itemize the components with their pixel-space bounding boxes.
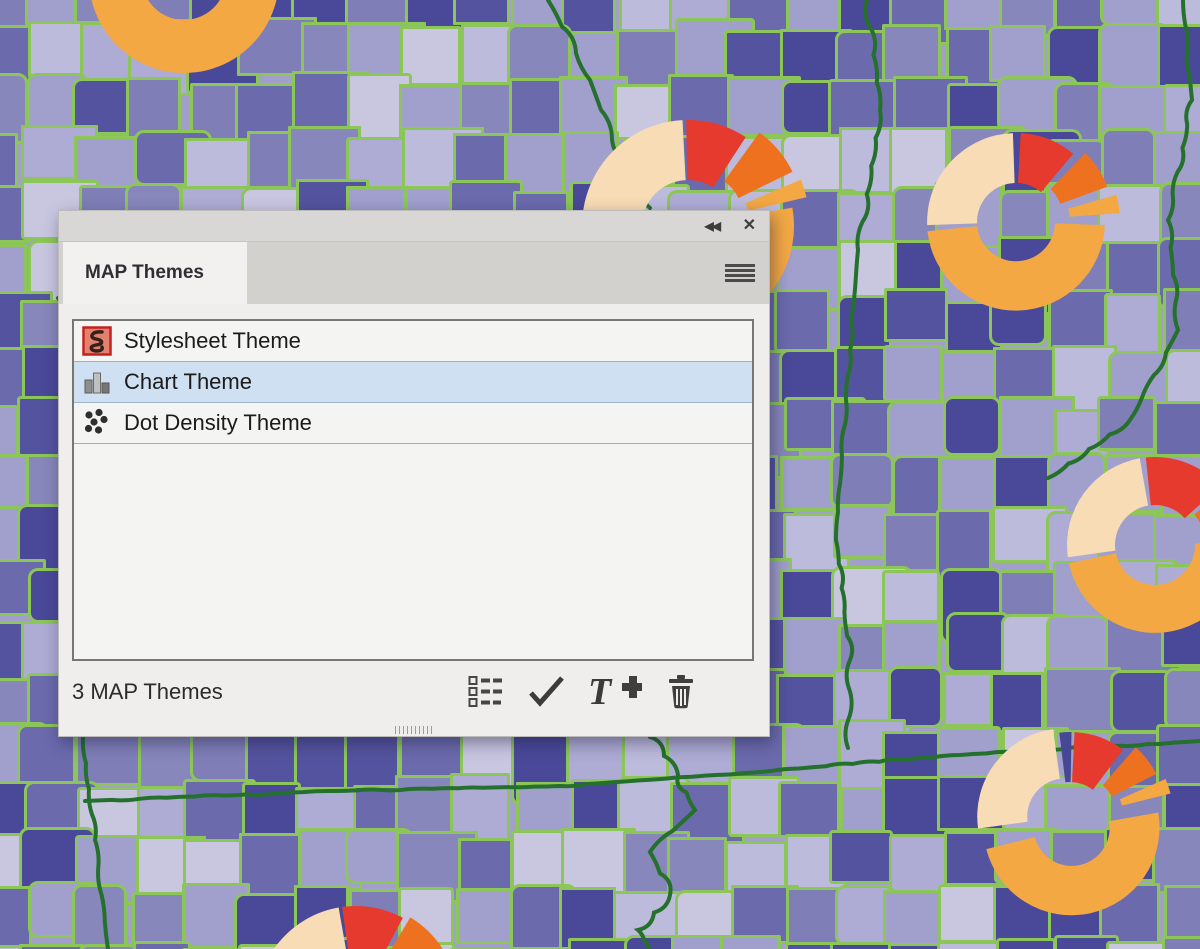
trash-icon <box>669 674 693 708</box>
list-view-button[interactable] <box>468 675 504 710</box>
panel-titlebar: ◀◀ ✕ <box>59 211 769 242</box>
panel-footer: 3 MAP Themes T <box>72 667 754 717</box>
theme-row-stylesheet[interactable]: Stylesheet Theme <box>74 321 752 362</box>
theme-row-dot-density[interactable]: Dot Density Theme <box>74 403 752 444</box>
footer-toolbar: T <box>468 671 754 713</box>
map-canvas[interactable]: ◀◀ ✕ MAP Themes Stylesheet Theme Chart T… <box>0 0 1200 949</box>
tab-map-themes[interactable]: MAP Themes <box>63 242 247 304</box>
resize-grip[interactable] <box>395 726 435 734</box>
themes-count-label: 3 MAP Themes <box>72 679 223 704</box>
list-legend-icon <box>468 675 502 707</box>
theme-label: Chart Theme <box>124 369 252 394</box>
map-themes-panel: ◀◀ ✕ MAP Themes Stylesheet Theme Chart T… <box>58 210 770 737</box>
collapse-panel-icon[interactable]: ◀◀ <box>705 220 722 232</box>
dot-density-theme-icon <box>84 408 108 434</box>
add-theme-icon: T <box>588 671 644 713</box>
theme-label: Dot Density Theme <box>124 410 312 435</box>
checkmark-icon <box>529 675 564 707</box>
themes-list: Stylesheet Theme Chart Theme Dot Density… <box>72 319 754 661</box>
menu-icon[interactable] <box>725 264 755 284</box>
chart-theme-icon <box>84 372 110 394</box>
theme-label: Stylesheet Theme <box>124 328 301 353</box>
add-theme-button[interactable]: T <box>588 671 644 713</box>
theme-row-chart[interactable]: Chart Theme <box>74 362 752 403</box>
close-icon[interactable]: ✕ <box>743 218 756 234</box>
svg-text:T: T <box>588 672 613 710</box>
stylesheet-theme-icon <box>82 326 112 356</box>
delete-theme-button[interactable] <box>664 673 698 712</box>
apply-theme-button[interactable] <box>526 673 566 712</box>
panel-header: MAP Themes <box>59 242 769 304</box>
